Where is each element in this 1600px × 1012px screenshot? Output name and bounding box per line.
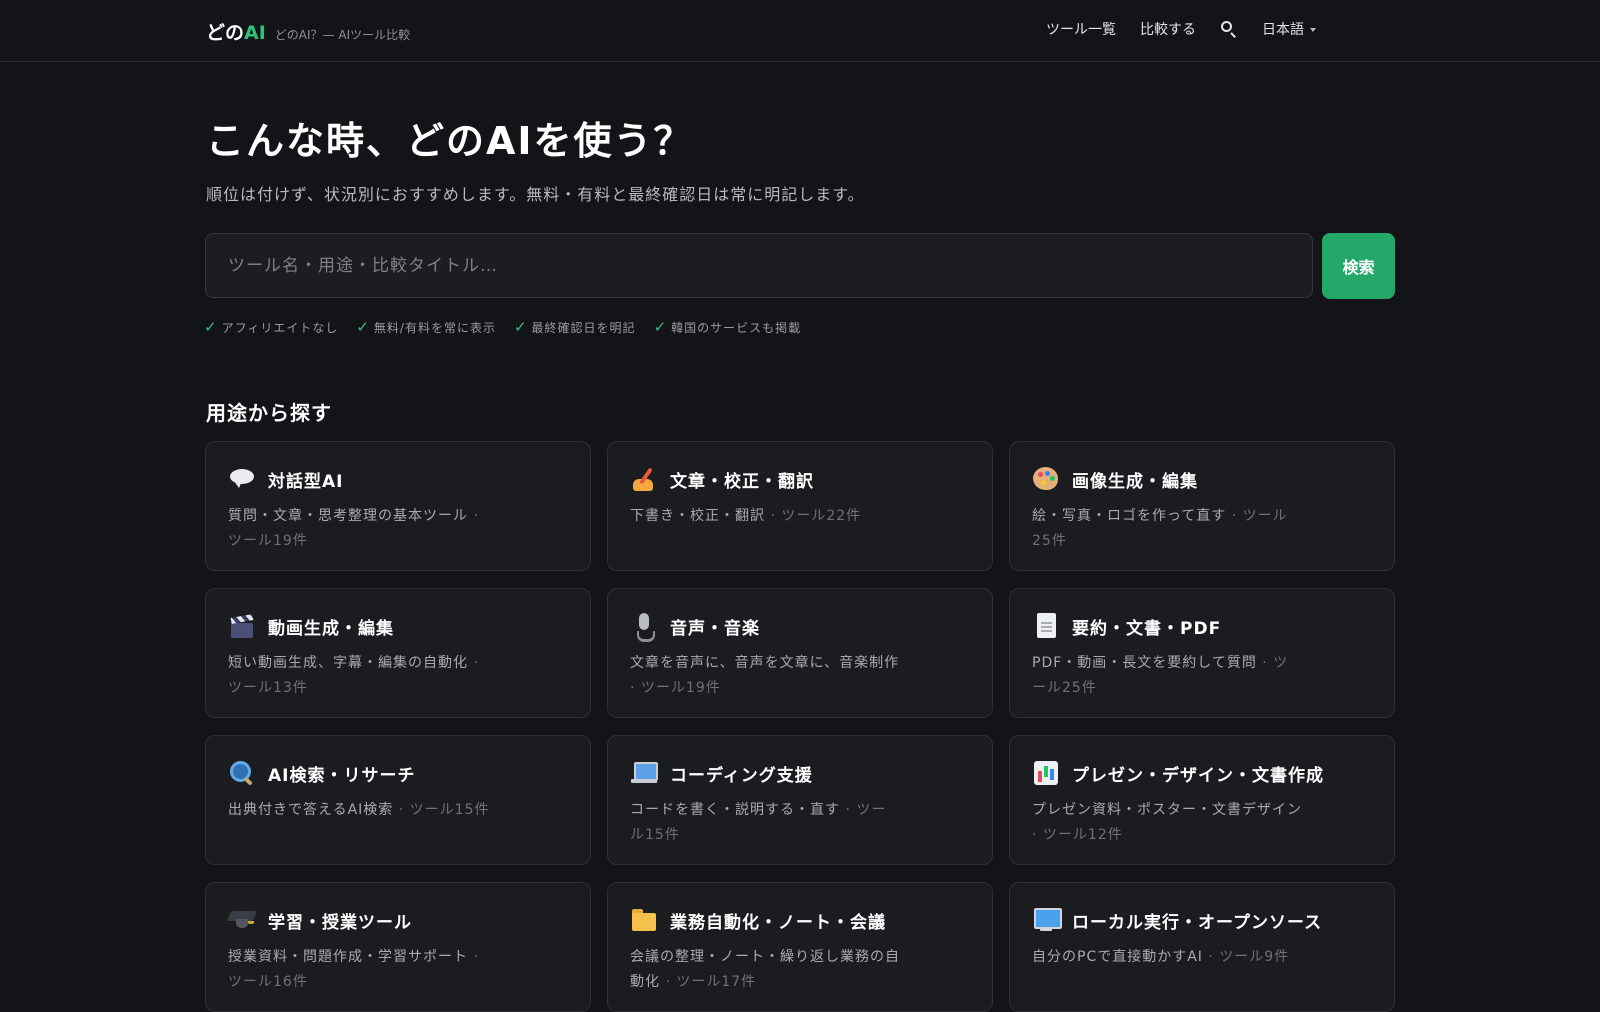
page-subtitle: 順位は付けず、状況別におすすめします。無料・有料と最終確認日は常に明記します。 — [206, 185, 865, 204]
category-title: 対話型AI — [268, 471, 344, 492]
category-card-search[interactable]: AI検索・リサーチ 出典付きで答えるAI検索ツール15件 — [205, 735, 591, 865]
category-title: 業務自動化・ノート・会議 — [670, 912, 886, 933]
category-grid: 対話型AI 質問・文章・思考整理の基本ツールツール19件 文章・校正・翻訳 下書… — [205, 441, 1395, 1012]
clapper-board-icon — [228, 612, 256, 640]
page-title: こんな時、どのAIを使う？ — [206, 119, 694, 163]
desktop-computer-icon — [1032, 906, 1062, 934]
document-icon — [1032, 612, 1060, 640]
microphone-icon — [630, 612, 658, 642]
section-title: 用途から探す — [206, 401, 332, 425]
badge-no-affiliate: ✓ アフィリエイトなし — [204, 318, 339, 336]
category-card-video[interactable]: 動画生成・編集 短い動画生成、字幕・編集の自動化ツール13件 — [205, 588, 591, 718]
folder-icon — [630, 906, 658, 934]
brand[interactable]: どのAI どのAI？— AIツール比較 — [206, 18, 410, 45]
badge-last-checked: ✓ 最終確認日を明記 — [513, 318, 636, 336]
speech-bubble-icon — [228, 465, 256, 493]
category-title: 文章・校正・翻訳 — [670, 471, 814, 492]
category-description: 授業資料・問題作成・学習サポートツール16件 — [228, 945, 568, 995]
tool-count: ツール15件 — [393, 802, 489, 818]
nav-tool-list[interactable]: ツール一覧 — [1046, 19, 1116, 39]
category-description: 下書き・校正・翻訳ツール22件 — [630, 504, 970, 529]
magnifier-icon — [228, 759, 256, 787]
category-title: コーディング支援 — [670, 765, 813, 786]
search-icon[interactable] — [1220, 20, 1238, 38]
category-description: プレゼン資料・ポスター・文書デザインツール12件 — [1032, 798, 1372, 848]
check-icon: ✓ — [513, 318, 528, 336]
search-input[interactable] — [205, 233, 1313, 298]
tool-count: ツール17件 — [660, 974, 756, 990]
category-title: プレゼン・デザイン・文書作成 — [1072, 765, 1324, 786]
badge-pricing-shown: ✓ 無料/有料を常に表示 — [356, 318, 496, 336]
trust-badges: ✓ アフィリエイトなし ✓ 無料/有料を常に表示 ✓ 最終確認日を明記 ✓ 韓国のサービ… — [204, 318, 801, 336]
language-selector[interactable]: 日本語 — [1262, 19, 1316, 39]
category-description: 文章を音声に、音声を文章に、音楽制作ツール19件 — [630, 651, 970, 701]
top-navigation-bar: どのAI どのAI？— AIツール比較 ツール一覧 比較する 日本語 — [0, 0, 1600, 62]
language-label: 日本語 — [1262, 22, 1304, 38]
bar-chart-icon — [1032, 759, 1060, 787]
category-title: 音声・音楽 — [670, 618, 760, 639]
tool-count: ツール22件 — [765, 508, 861, 524]
check-icon: ✓ — [653, 318, 668, 336]
category-card-audio[interactable]: 音声・音楽 文章を音声に、音声を文章に、音楽制作ツール19件 — [607, 588, 993, 718]
laptop-icon — [630, 759, 658, 787]
tool-count: ツール19件 — [630, 680, 721, 696]
badge-korean-services: ✓ 韓国のサービスも掲載 — [653, 318, 802, 336]
writing-hand-icon — [630, 465, 658, 493]
category-card-automation[interactable]: 業務自動化・ノート・会議 会議の整理・ノート・繰り返し業務の自動化ツール17件 — [607, 882, 993, 1012]
tool-count: ツール9件 — [1203, 949, 1289, 965]
main-nav: ツール一覧 比較する 日本語 — [1046, 19, 1316, 39]
logo[interactable]: どのAI — [206, 18, 266, 45]
check-icon: ✓ — [204, 318, 218, 336]
category-title: 学習・授業ツール — [268, 912, 412, 933]
category-card-learning[interactable]: 学習・授業ツール 授業資料・問題作成・学習サポートツール16件 — [205, 882, 591, 1012]
category-title: 要約・文書・PDF — [1072, 618, 1222, 639]
category-description: 短い動画生成、字幕・編集の自動化ツール13件 — [228, 651, 568, 701]
category-title: 動画生成・編集 — [268, 618, 394, 639]
brand-tagline: どのAI？— AIツール比較 — [274, 28, 411, 42]
category-title: 画像生成・編集 — [1072, 471, 1198, 492]
category-title: AI検索・リサーチ — [268, 765, 416, 786]
category-description: PDF・動画・長文を要約して質問ツール25件 — [1032, 651, 1372, 701]
category-description: 自分のPCで直接動かすAIツール9件 — [1032, 945, 1372, 970]
category-card-summary[interactable]: 要約・文書・PDF PDF・動画・長文を要約して質問ツール25件 — [1009, 588, 1395, 718]
nav-compare[interactable]: 比較する — [1140, 19, 1196, 39]
category-description: 出典付きで答えるAI検索ツール15件 — [228, 798, 568, 823]
category-card-writing[interactable]: 文章・校正・翻訳 下書き・校正・翻訳ツール22件 — [607, 441, 993, 571]
category-title: ローカル実行・オープンソース — [1072, 912, 1323, 933]
palette-icon — [1032, 465, 1060, 493]
category-description: 絵・写真・ロゴを作って直すツール25件 — [1032, 504, 1372, 554]
category-card-local[interactable]: ローカル実行・オープンソース 自分のPCで直接動かすAIツール9件 — [1009, 882, 1395, 1012]
check-icon: ✓ — [356, 318, 370, 336]
category-description: コードを書く・説明する・直すツール15件 — [630, 798, 970, 848]
category-card-image[interactable]: 画像生成・編集 絵・写真・ロゴを作って直すツール25件 — [1009, 441, 1395, 571]
category-description: 会議の整理・ノート・繰り返し業務の自動化ツール17件 — [630, 945, 970, 995]
tool-count: ツール12件 — [1032, 827, 1123, 843]
search-button[interactable]: 検索 — [1322, 233, 1395, 299]
category-card-coding[interactable]: コーディング支援 コードを書く・説明する・直すツール15件 — [607, 735, 993, 865]
category-description: 質問・文章・思考整理の基本ツールツール19件 — [228, 504, 568, 554]
category-card-chat-ai[interactable]: 対話型AI 質問・文章・思考整理の基本ツールツール19件 — [205, 441, 591, 571]
category-card-presentation[interactable]: プレゼン・デザイン・文書作成 プレゼン資料・ポスター・文書デザインツール12件 — [1009, 735, 1395, 865]
chevron-down-icon — [1310, 28, 1316, 32]
graduation-cap-icon — [228, 906, 256, 934]
